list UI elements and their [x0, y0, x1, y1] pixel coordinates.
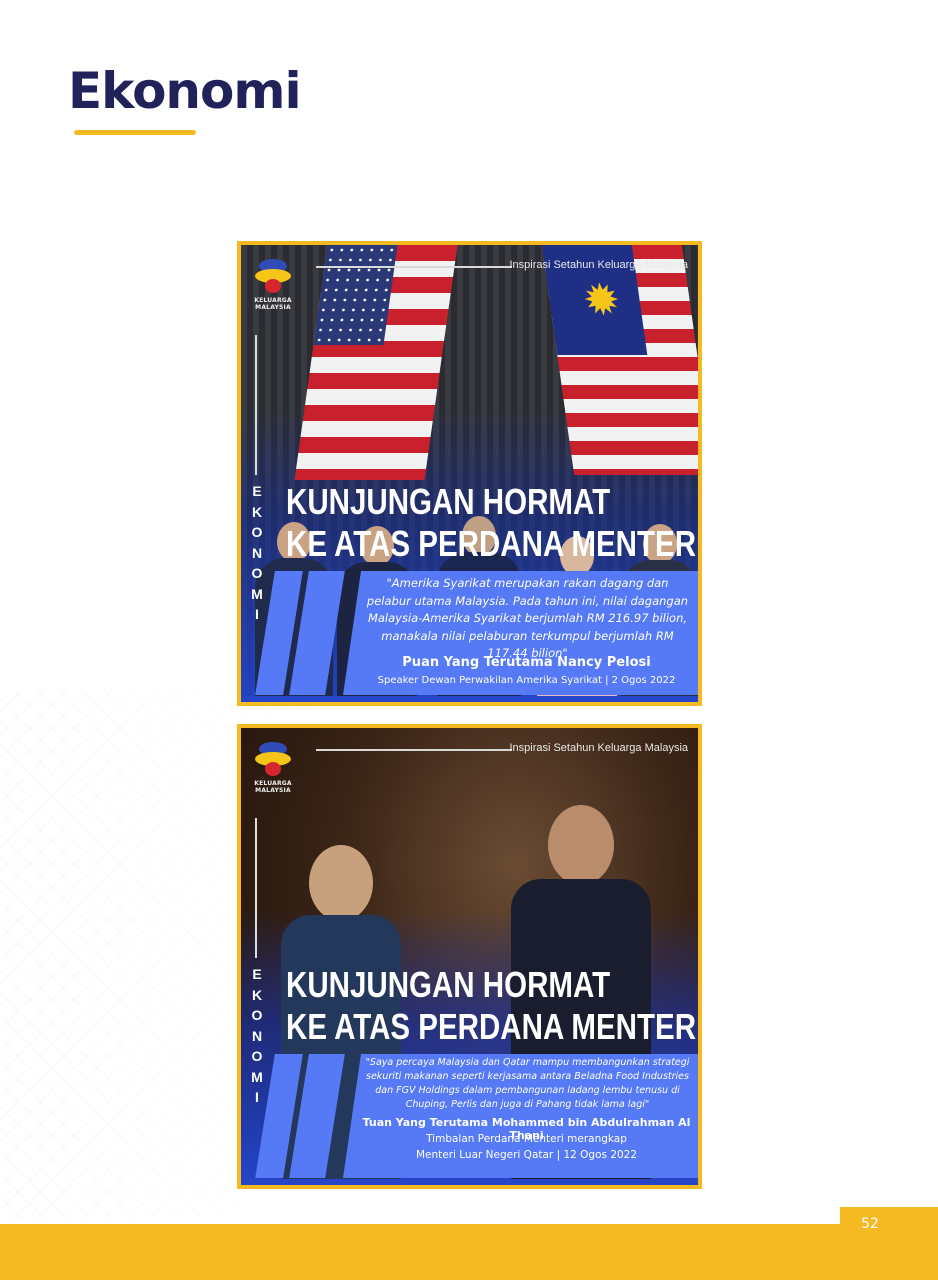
poster-bottom-strip — [241, 696, 698, 702]
caption-rule — [316, 749, 512, 751]
poster-nancy-pelosi: ✹ KELUARGA MALAYSIA Inspirasi Setahun Ke… — [237, 241, 702, 706]
logo-text: KELUARGA MALAYSIA — [254, 780, 292, 794]
poster-headline: KUNJUNGAN HORMAT KE ATAS PERDANA MENTERI — [286, 481, 702, 565]
headline-line-2: KE ATAS PERDANA MENTERI — [286, 1006, 702, 1047]
keluarga-malaysia-logo: KELUARGA MALAYSIA — [249, 257, 297, 317]
quote-text: "Amerika Syarikat merupakan rakan dagang… — [366, 576, 689, 660]
caption-rule — [316, 266, 512, 268]
headline-line-1: KUNJUNGAN HORMAT — [286, 964, 611, 1005]
speaker-role-line-1: Timbalan Perdana Menteri merangkap — [426, 1133, 627, 1145]
title-underline — [74, 130, 196, 135]
poster-bottom-strip — [241, 1179, 698, 1185]
poster-qatar-minister: KELUARGA MALAYSIA Inspirasi Setahun Kelu… — [237, 724, 702, 1189]
speaker-role-line-2: Menteri Luar Negeri Qatar | 12 Ogos 2022 — [415, 1149, 638, 1161]
quote-panel: "Saya percaya Malaysia dan Qatar mampu m… — [343, 1054, 698, 1178]
speaker-name: Puan Yang Terutama Nancy Pelosi — [402, 655, 651, 670]
headline-line-1: KUNJUNGAN HORMAT — [286, 481, 611, 522]
headline-line-2: KE ATAS PERDANA MENTERI — [286, 523, 702, 564]
keluarga-malaysia-logo: KELUARGA MALAYSIA — [249, 740, 297, 800]
malaysia-flag: ✹ — [541, 245, 698, 475]
side-vertical-text: EKONOMI — [251, 966, 263, 1105]
poster-headline: KUNJUNGAN HORMAT KE ATAS PERDANA MENTERI — [286, 964, 702, 1048]
poster-caption: Inspirasi Setahun Keluarga Malaysia — [509, 742, 688, 754]
side-vertical-text: EKONOMI — [251, 483, 263, 622]
footer-bar — [0, 1224, 938, 1280]
side-rule — [255, 335, 257, 475]
poster-caption: Inspirasi Setahun Keluarga Malaysia — [509, 259, 688, 271]
side-rule — [255, 818, 257, 958]
quote-text: "Saya percaya Malaysia dan Qatar mampu m… — [365, 1057, 690, 1110]
us-flag — [294, 245, 458, 480]
quote-panel: "Amerika Syarikat merupakan rakan dagang… — [343, 571, 698, 695]
page-number: 52 — [861, 1216, 879, 1232]
page-number-tab: 52 — [840, 1207, 938, 1247]
page-title: Ekonomi — [68, 62, 302, 120]
logo-text: KELUARGA MALAYSIA — [254, 297, 292, 311]
speaker-role: Speaker Dewan Perwakilan Amerika Syarika… — [377, 675, 676, 686]
